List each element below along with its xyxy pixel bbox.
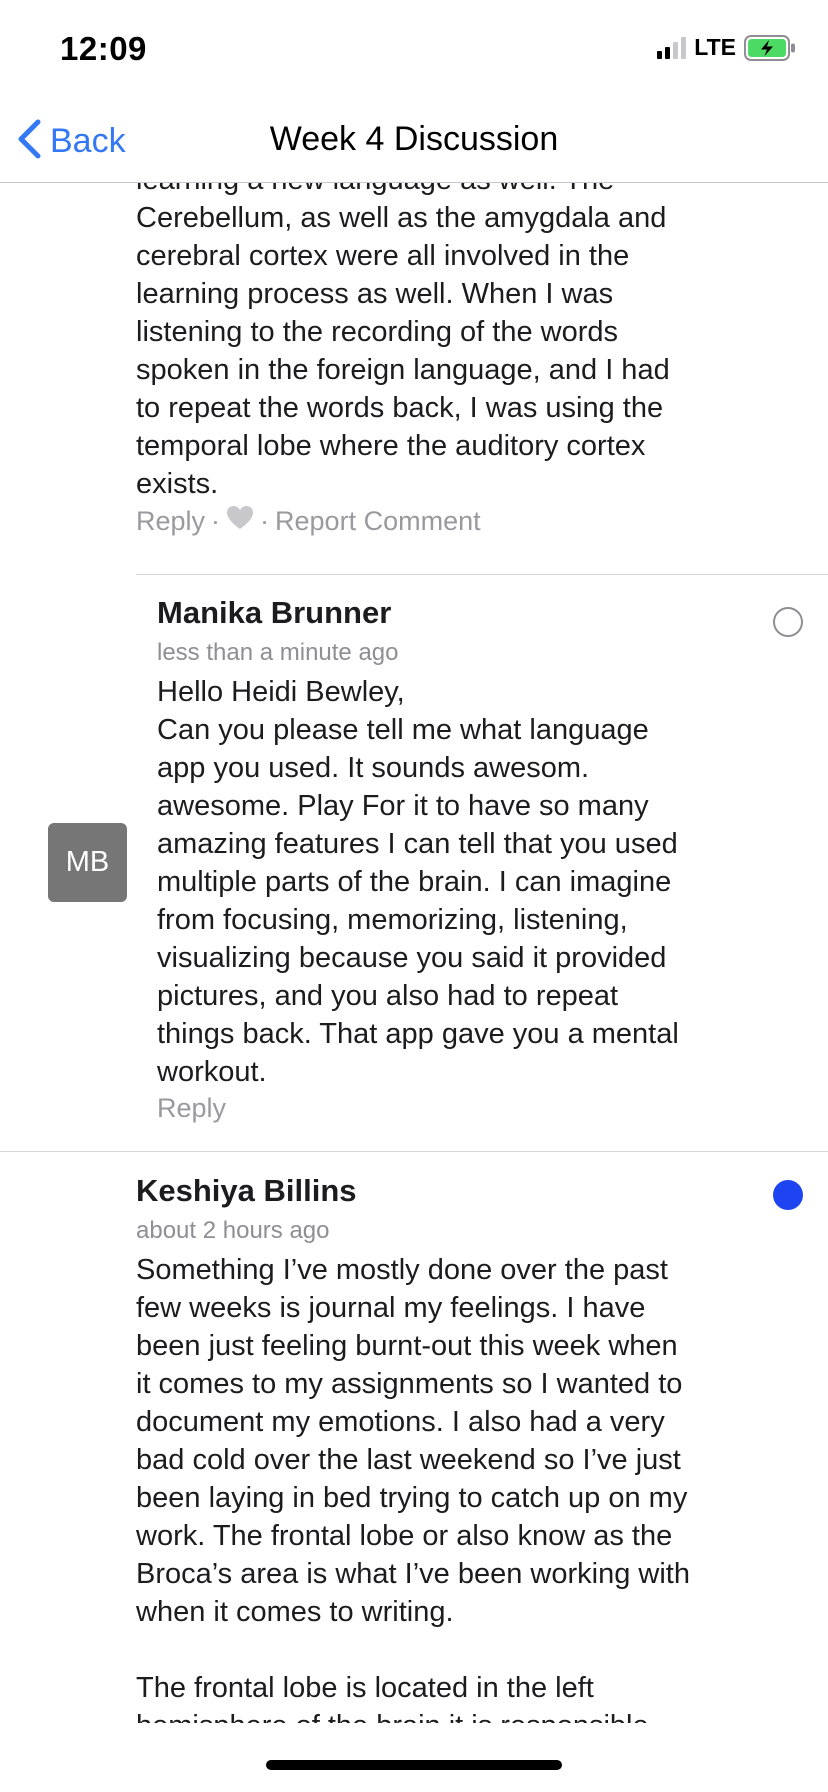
comment-reply: MB Manika Brunner less than a minute ago… [0,575,828,1151]
network-label: LTE [694,34,736,60]
divider [0,1151,828,1152]
comment-body: learning a new language as well. The Cer… [136,183,670,500]
status-time: 12:09 [60,30,147,67]
separator: · [260,505,270,536]
reply-link[interactable]: Reply [157,1093,226,1124]
discussion-thread[interactable]: learning a new language as well. The Cer… [0,183,828,1723]
page-title: Week 4 Discussion [269,120,559,158]
avatar[interactable]: MB [48,823,127,902]
comment-content: Manika Brunner less than a minute ago He… [157,595,777,1124]
comment-actions: Reply [157,1093,777,1124]
home-indicator[interactable] [266,1760,562,1770]
status-bar: 12:09 LTE [0,0,828,100]
heart-icon[interactable] [226,505,254,537]
battery-charging-icon [744,34,796,61]
comment-keshiya: Keshiya Billins about 2 hours ago Someth… [136,1173,786,1723]
navigation-bar: Back Week 4 Discussion [0,100,828,183]
report-comment-link[interactable]: Report Comment [275,506,481,537]
comment-timestamp: about 2 hours ago [136,1217,330,1244]
comment-heidi-tail: learning a new language as well. The Cer… [136,183,776,537]
read-status-circle[interactable] [773,607,803,637]
comment-author: Keshiya Billins [136,1173,357,1208]
comment-body: Something I’ve mostly done over the past… [136,1254,690,1723]
reply-link[interactable]: Reply [136,506,205,537]
comment-author: Manika Brunner [157,595,392,630]
status-indicators: LTE [657,34,796,61]
comment-actions: Reply · · Report Comment [136,505,776,537]
comment-timestamp: less than a minute ago [157,639,399,666]
separator: · [211,505,221,536]
comment-body: Hello Heidi Bewley, Can you please tell … [157,676,679,1088]
cellular-signal-icon [657,36,687,59]
